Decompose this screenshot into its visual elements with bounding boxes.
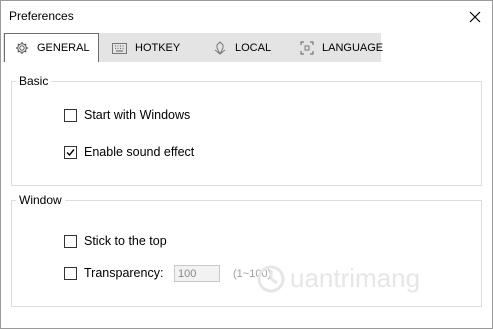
transparency-checkbox[interactable] — [64, 266, 77, 280]
window-group-title: Window — [16, 193, 65, 207]
tab-language-label: LANGUAGE — [322, 42, 384, 54]
start-with-windows-checkbox[interactable] — [64, 108, 77, 122]
basic-group: Basic Start with Windows Enable sound ef… — [11, 74, 482, 186]
basic-group-title: Basic — [16, 74, 52, 88]
tab-local[interactable]: LOCAL — [199, 34, 287, 62]
tab-hotkey[interactable]: HOTKEY — [102, 34, 196, 62]
transparency-label: Transparency: — [84, 266, 164, 280]
close-button[interactable] — [458, 1, 492, 32]
window-title: Preferences — [9, 9, 74, 23]
tab-hotkey-label: HOTKEY — [135, 42, 181, 54]
tab-general-label: GENERAL — [37, 42, 90, 54]
watermark: uantrimang — [256, 263, 420, 294]
enable-sound-option: Enable sound effect — [64, 145, 194, 159]
transparency-option: Transparency: — [64, 266, 163, 280]
tab-local-label: LOCAL — [235, 42, 272, 54]
tab-general[interactable]: GENERAL — [4, 33, 99, 62]
globe-icon — [214, 41, 226, 55]
start-with-windows-label: Start with Windows — [84, 108, 191, 122]
tab-language[interactable]: LANGUAGE — [290, 34, 384, 62]
start-with-windows-option: Start with Windows — [64, 108, 190, 122]
stick-top-option: Stick to the top — [64, 234, 167, 248]
transparency-input[interactable] — [174, 265, 220, 282]
close-icon — [469, 11, 481, 22]
stick-top-checkbox[interactable] — [64, 234, 77, 248]
checkmark-icon — [66, 148, 75, 156]
language-icon — [300, 41, 314, 55]
preferences-window: Preferences GENERAL HOTKEY LOCAL LANGUAG… — [0, 0, 493, 329]
gear-icon — [16, 42, 28, 54]
enable-sound-label: Enable sound effect — [84, 145, 195, 159]
watermark-text: uantrimang — [290, 263, 421, 293]
stick-top-label: Stick to the top — [84, 234, 167, 248]
watermark-logo-icon — [257, 265, 285, 292]
keyboard-icon — [112, 42, 127, 54]
title-bar: Preferences — [1, 1, 492, 32]
enable-sound-checkbox[interactable] — [64, 145, 77, 159]
